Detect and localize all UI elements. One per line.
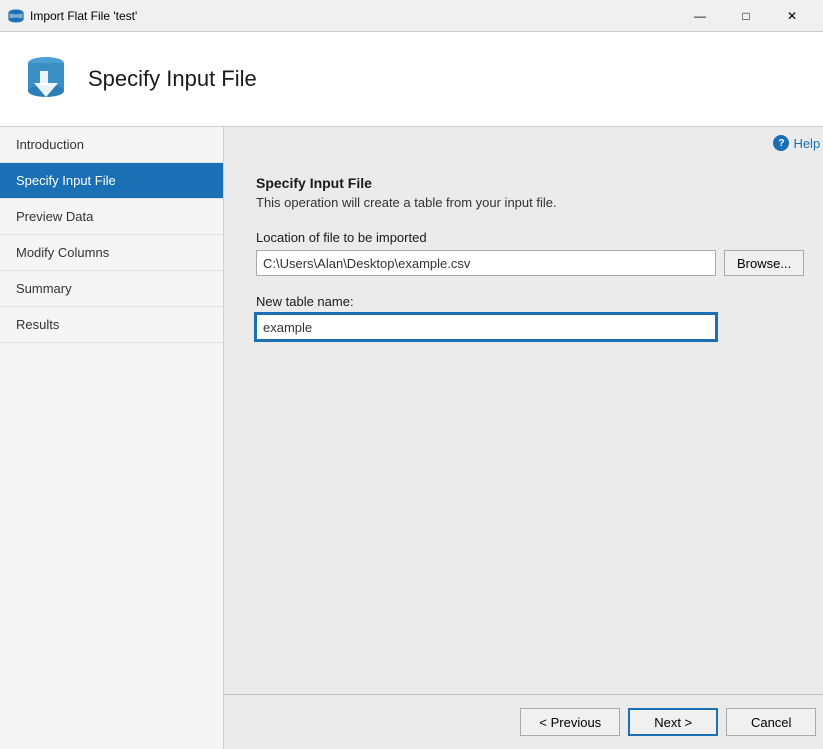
section-title: Specify Input File: [256, 175, 804, 191]
sidebar-item-introduction[interactable]: Introduction: [0, 127, 223, 163]
sidebar-item-results[interactable]: Results: [0, 307, 223, 343]
browse-button[interactable]: Browse...: [724, 250, 804, 276]
file-location-input[interactable]: [256, 250, 716, 276]
table-name-label: New table name:: [256, 294, 804, 309]
table-name-input[interactable]: [256, 314, 716, 340]
next-button[interactable]: Next >: [628, 708, 718, 736]
sidebar-item-summary[interactable]: Summary: [0, 271, 223, 307]
help-icon: ?: [773, 135, 789, 151]
maximize-button[interactable]: □: [723, 0, 769, 32]
sidebar: Introduction Specify Input File Preview …: [0, 127, 224, 749]
previous-button[interactable]: < Previous: [520, 708, 620, 736]
sidebar-item-modify-columns[interactable]: Modify Columns: [0, 235, 223, 271]
close-button[interactable]: ✕: [769, 0, 815, 32]
main-layout: Introduction Specify Input File Preview …: [0, 127, 823, 749]
cancel-button[interactable]: Cancel: [726, 708, 816, 736]
help-label: Help: [793, 136, 820, 151]
app-icon: [8, 8, 24, 24]
window-title: Import Flat File 'test': [30, 9, 677, 23]
database-icon: [20, 53, 72, 105]
sidebar-item-specify-input-file[interactable]: Specify Input File: [0, 163, 223, 199]
dialog-header: Specify Input File: [0, 32, 823, 127]
page-title: Specify Input File: [88, 66, 257, 92]
window-controls[interactable]: — □ ✕: [677, 0, 815, 32]
content-inner: Specify Input File This operation will c…: [224, 151, 823, 694]
section-desc: This operation will create a table from …: [256, 195, 804, 210]
minimize-button[interactable]: —: [677, 0, 723, 32]
footer: < Previous Next > Cancel: [224, 694, 823, 749]
file-location-row: Browse...: [256, 250, 804, 276]
sidebar-item-preview-data[interactable]: Preview Data: [0, 199, 223, 235]
titlebar: Import Flat File 'test' — □ ✕: [0, 0, 823, 32]
content-area: ? Help Specify Input File This operation…: [224, 127, 823, 749]
file-location-label: Location of file to be imported: [256, 230, 804, 245]
help-row: ? Help: [224, 127, 823, 151]
table-name-row: [256, 314, 804, 340]
help-link[interactable]: ? Help: [773, 135, 820, 151]
